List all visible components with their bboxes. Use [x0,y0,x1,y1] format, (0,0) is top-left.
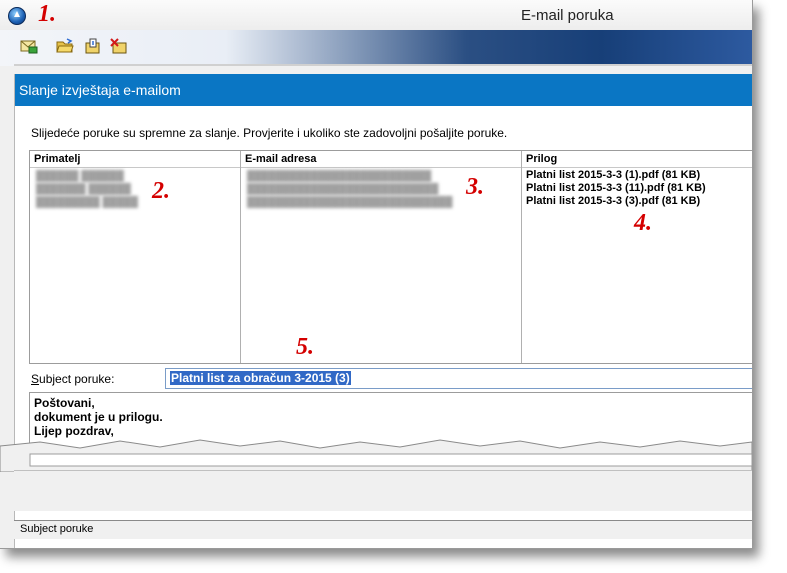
redacted-recipient-1: ██████ ██████ [36,171,124,182]
subject-input[interactable]: Platni list za obračun 3-2015 (3) [165,368,752,389]
column-header-attachment[interactable]: Prilog [526,153,557,165]
delete-attachment-icon [110,38,127,54]
open-folder-button[interactable] [56,38,74,54]
intro-text: Slijedeće poruke su spremne za slanje. P… [31,126,508,140]
attachment-column[interactable]: Prilog Platni list 2015-3-3 (1).pdf (81 … [522,151,752,363]
open-folder-icon [56,38,74,53]
messages-table[interactable]: Primatelj ██████ ██████ ███████ ██████ █… [29,150,752,364]
section-title: Slanje izvještaja e-mailom [19,82,181,98]
toolbar-separator [14,64,752,66]
window-title: E-mail poruka [521,7,614,24]
marker-2: 2. [152,178,170,204]
status-bar: Subject poruke [14,520,752,539]
send-mail-button[interactable] [20,38,38,54]
status-text: Subject poruke [20,523,94,535]
redacted-recipient-2: ███████ ██████ [36,184,131,195]
marker-3: 3. [466,174,484,200]
subject-label: Subject poruke: [31,372,115,386]
torn-edge [0,439,752,472]
marker-1: 1. [38,1,56,27]
redacted-email-3: █████████████████████████████ [247,197,453,208]
column-header-recipient[interactable]: Primatelj [34,153,80,165]
attachment-item[interactable]: Platni list 2015-3-3 (11).pdf (81 KB) [526,182,706,194]
email-window: E-mail poruka Slanje izvještaja e-mailom… [0,0,753,549]
redacted-recipient-3: █████████ █████ [36,197,138,208]
attach-file-icon [85,38,100,54]
attachment-item[interactable]: Platni list 2015-3-3 (1).pdf (81 KB) [526,169,700,181]
section-header: Slanje izvještaja e-mailom [15,74,752,106]
body-line: Poštovani, [34,396,95,410]
column-header-email[interactable]: E-mail adresa [245,153,317,165]
attachment-item[interactable]: Platni list 2015-3-3 (3).pdf (81 KB) [526,195,700,207]
delete-attachment-button[interactable] [110,38,128,54]
attach-file-button[interactable] [84,38,102,54]
redacted-email-1: ██████████████████████████ [247,171,432,182]
recipient-column[interactable]: Primatelj ██████ ██████ ███████ ██████ █… [30,151,241,363]
marker-4: 4. [634,210,652,236]
send-mail-icon [20,40,38,54]
body-line: dokument je u prilogu. [34,410,163,424]
button-area [14,470,752,511]
toolbar [0,30,752,66]
subject-value: Platni list za obračun 3-2015 (3) [170,371,351,385]
title-bar: E-mail poruka [0,0,752,30]
redacted-email-2: ███████████████████████████ [247,184,439,195]
marker-5: 5. [296,334,314,360]
app-icon[interactable] [8,7,26,25]
